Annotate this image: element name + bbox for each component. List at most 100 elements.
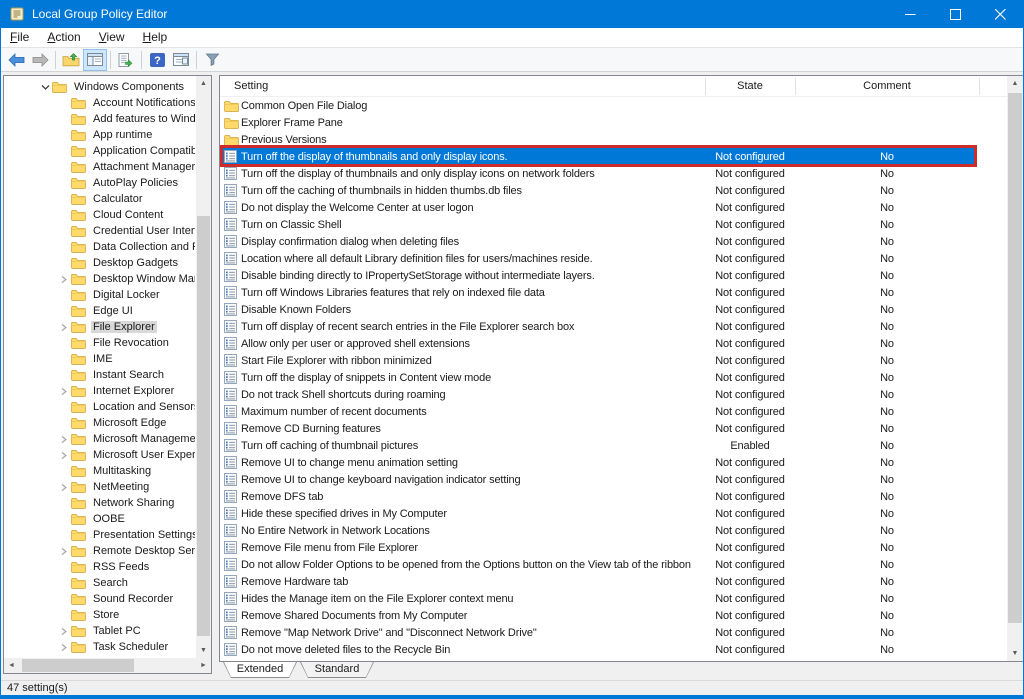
tree-item-file-revocation[interactable]: File Revocation bbox=[4, 335, 195, 351]
scroll-up-icon[interactable]: ▲ bbox=[196, 76, 211, 91]
filter-icon[interactable] bbox=[200, 49, 224, 71]
tree-item-presentation-settings[interactable]: Presentation Settings bbox=[4, 527, 195, 543]
tree-item-tablet-pc[interactable]: Tablet PC bbox=[4, 623, 195, 639]
tree-item-application-compatib[interactable]: Application Compatib bbox=[4, 143, 195, 159]
export-list-icon[interactable] bbox=[114, 49, 138, 71]
forward-arrow-icon[interactable] bbox=[28, 49, 52, 71]
tree-item-multitasking[interactable]: Multitasking bbox=[4, 463, 195, 479]
list-row[interactable]: Hide these specified drives in My Comput… bbox=[220, 505, 1007, 522]
menu-action[interactable]: Action bbox=[38, 28, 89, 47]
list-row[interactable]: Maximum number of recent documentsNot co… bbox=[220, 403, 1007, 420]
list-row[interactable]: Do not track Shell shortcuts during roam… bbox=[220, 386, 1007, 403]
tree-item-digital-locker[interactable]: Digital Locker bbox=[4, 287, 195, 303]
tree-item-network-sharing[interactable]: Network Sharing bbox=[4, 495, 195, 511]
console-tree-icon[interactable] bbox=[83, 49, 107, 71]
list-row[interactable]: Display confirmation dialog when deletin… bbox=[220, 233, 1007, 250]
tree-item-autoplay-policies[interactable]: AutoPlay Policies bbox=[4, 175, 195, 191]
maximize-icon[interactable] bbox=[933, 0, 978, 28]
chevron-right-icon[interactable] bbox=[57, 451, 71, 460]
list-row[interactable]: Remove "Map Network Drive" and "Disconne… bbox=[220, 624, 1007, 641]
tree-item-desktop-window-man[interactable]: Desktop Window Man bbox=[4, 271, 195, 287]
back-arrow-icon[interactable] bbox=[4, 49, 28, 71]
tree-item-remote-desktop-servi[interactable]: Remote Desktop Servi bbox=[4, 543, 195, 559]
properties-window-icon[interactable] bbox=[169, 49, 193, 71]
tree-item-add-features-to-windo[interactable]: Add features to Windo bbox=[4, 111, 195, 127]
list-row[interactable]: Turn on Classic ShellNot configuredNo bbox=[220, 216, 1007, 233]
list-row[interactable]: Remove CD Burning featuresNot configured… bbox=[220, 420, 1007, 437]
chevron-right-icon[interactable] bbox=[57, 387, 71, 396]
list-row[interactable]: Hides the Manage item on the File Explor… bbox=[220, 590, 1007, 607]
menu-view[interactable]: View bbox=[90, 28, 134, 47]
tree-item-microsoft-edge[interactable]: Microsoft Edge bbox=[4, 415, 195, 431]
tree-item-microsoft-managemen[interactable]: Microsoft Managemen bbox=[4, 431, 195, 447]
tree-item-windows-components[interactable]: Windows Components bbox=[4, 79, 195, 95]
list-row[interactable]: Disable binding directly to IPropertySet… bbox=[220, 267, 1007, 284]
column-header-comment[interactable]: Comment bbox=[795, 76, 979, 96]
tree-item-attachment-manager[interactable]: Attachment Manager bbox=[4, 159, 195, 175]
list-row[interactable]: Common Open File Dialog bbox=[220, 97, 1007, 114]
scroll-up-icon[interactable]: ▲ bbox=[1007, 76, 1023, 91]
list-row[interactable]: Remove UI to change menu animation setti… bbox=[220, 454, 1007, 471]
list-row[interactable]: Turn off display of recent search entrie… bbox=[220, 318, 1007, 335]
tab-standard[interactable]: Standard bbox=[300, 662, 374, 678]
tree-item-sound-recorder[interactable]: Sound Recorder bbox=[4, 591, 195, 607]
list-row[interactable]: Remove DFS tabNot configuredNo bbox=[220, 488, 1007, 505]
chevron-right-icon[interactable] bbox=[57, 627, 71, 636]
tree-item-edge-ui[interactable]: Edge UI bbox=[4, 303, 195, 319]
tree-item-rss-feeds[interactable]: RSS Feeds bbox=[4, 559, 195, 575]
minimize-icon[interactable] bbox=[888, 0, 933, 28]
tree-item-netmeeting[interactable]: NetMeeting bbox=[4, 479, 195, 495]
tree-item-file-explorer[interactable]: File Explorer bbox=[4, 319, 195, 335]
tree-item-account-notifications[interactable]: Account Notifications bbox=[4, 95, 195, 111]
list-row[interactable]: Start File Explorer with ribbon minimize… bbox=[220, 352, 1007, 369]
tree-item-instant-search[interactable]: Instant Search bbox=[4, 367, 195, 383]
chevron-right-icon[interactable] bbox=[57, 275, 71, 284]
tree-item-credential-user-interfa[interactable]: Credential User Interfa bbox=[4, 223, 195, 239]
chevron-right-icon[interactable] bbox=[57, 547, 71, 556]
tree-item-internet-explorer[interactable]: Internet Explorer bbox=[4, 383, 195, 399]
list-row[interactable]: Explorer Frame Pane bbox=[220, 114, 1007, 131]
list-row[interactable]: Turn off the display of thumbnails and o… bbox=[220, 165, 1007, 182]
list-row[interactable]: Location where all default Library defin… bbox=[220, 250, 1007, 267]
list-row[interactable]: Turn off Windows Libraries features that… bbox=[220, 284, 1007, 301]
list-row[interactable]: Remove UI to change keyboard navigation … bbox=[220, 471, 1007, 488]
list-row[interactable]: Previous Versions bbox=[220, 131, 1007, 148]
scroll-left-icon[interactable]: ◄ bbox=[4, 658, 19, 673]
help-icon[interactable]: ? bbox=[145, 49, 169, 71]
chevron-down-icon[interactable] bbox=[38, 83, 52, 91]
tab-extended[interactable]: Extended bbox=[223, 662, 297, 678]
chevron-right-icon[interactable] bbox=[57, 643, 71, 652]
list-row[interactable]: Do not allow Folder Options to be opened… bbox=[220, 556, 1007, 573]
scroll-down-icon[interactable]: ▼ bbox=[196, 643, 211, 658]
list-row[interactable]: Do not move deleted files to the Recycle… bbox=[220, 641, 1007, 658]
tree-item-microsoft-user-experie[interactable]: Microsoft User Experie bbox=[4, 447, 195, 463]
list-row[interactable]: Turn off caching of thumbnail picturesEn… bbox=[220, 437, 1007, 454]
menu-help[interactable]: Help bbox=[134, 28, 177, 47]
tree-item-cloud-content[interactable]: Cloud Content bbox=[4, 207, 195, 223]
list-row[interactable]: Disable Known FoldersNot configuredNo bbox=[220, 301, 1007, 318]
tree-item-app-runtime[interactable]: App runtime bbox=[4, 127, 195, 143]
list-row[interactable]: Do not display the Welcome Center at use… bbox=[220, 199, 1007, 216]
list-row[interactable]: Remove File menu from File ExplorerNot c… bbox=[220, 539, 1007, 556]
tree-item-calculator[interactable]: Calculator bbox=[4, 191, 195, 207]
column-header-setting[interactable]: Setting bbox=[234, 76, 268, 96]
list-row[interactable]: Remove Hardware tabNot configuredNo bbox=[220, 573, 1007, 590]
tree-item-location-and-sensors[interactable]: Location and Sensors bbox=[4, 399, 195, 415]
list-row[interactable]: No Entire Network in Network LocationsNo… bbox=[220, 522, 1007, 539]
list-vertical-scrollbar[interactable]: ▲ ▼ bbox=[1007, 76, 1023, 661]
tree-item-store[interactable]: Store bbox=[4, 607, 195, 623]
up-folder-icon[interactable] bbox=[59, 49, 83, 71]
close-icon[interactable] bbox=[978, 0, 1023, 28]
list-row[interactable]: Remove Shared Documents from My Computer… bbox=[220, 607, 1007, 624]
tree-vertical-scrollbar[interactable]: ▲ ▼ bbox=[196, 76, 211, 658]
tree-item-oobe[interactable]: OOBE bbox=[4, 511, 195, 527]
tree-item-task-scheduler[interactable]: Task Scheduler bbox=[4, 639, 195, 655]
chevron-right-icon[interactable] bbox=[57, 323, 71, 332]
tree-horizontal-scrollbar[interactable]: ◄ ► bbox=[4, 658, 211, 673]
tree-item-search[interactable]: Search bbox=[4, 575, 195, 591]
tree-item-ime[interactable]: IME bbox=[4, 351, 195, 367]
chevron-right-icon[interactable] bbox=[57, 483, 71, 492]
tree-item-data-collection-and-pr[interactable]: Data Collection and Pr bbox=[4, 239, 195, 255]
chevron-right-icon[interactable] bbox=[57, 435, 71, 444]
menu-file[interactable]: File bbox=[1, 28, 38, 47]
